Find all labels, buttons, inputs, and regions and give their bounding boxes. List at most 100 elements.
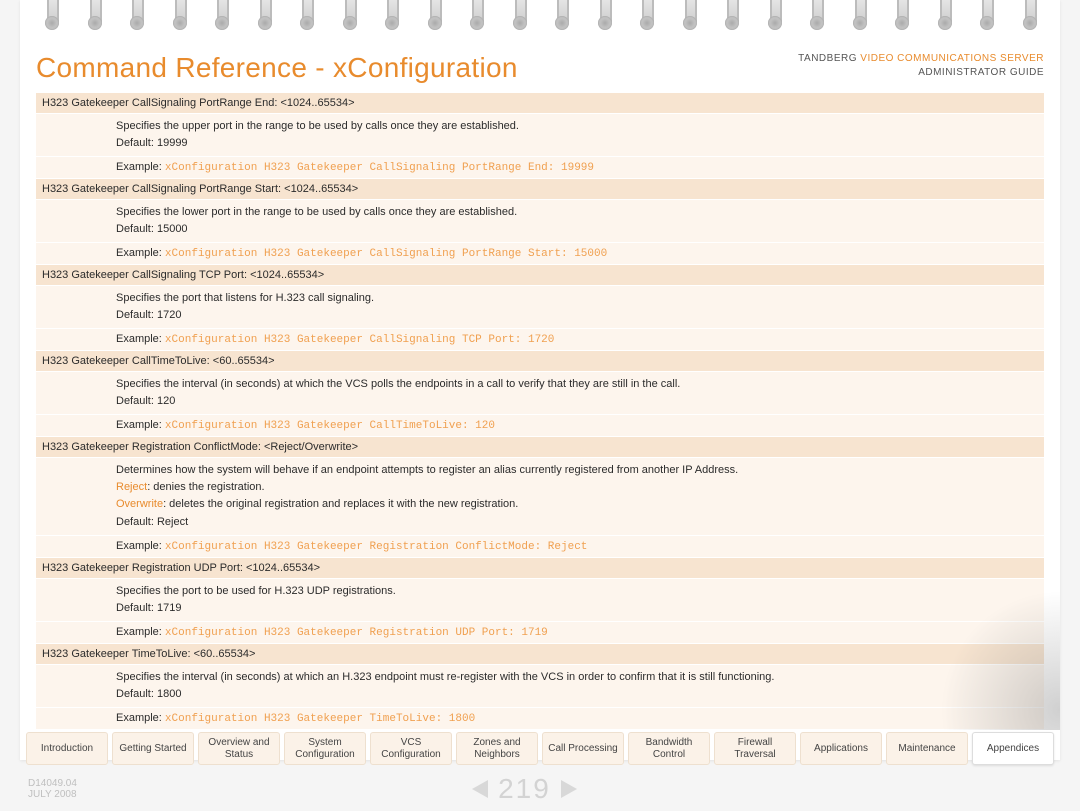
command-description: Specifies the interval (in seconds) at w… xyxy=(36,664,1044,707)
command-description: Specifies the lower port in the range to… xyxy=(36,199,1044,242)
next-page-arrow-icon[interactable] xyxy=(561,780,577,798)
spiral-ring xyxy=(505,0,533,34)
overwrite-text: : deletes the original registration and … xyxy=(163,498,518,510)
command-default: Default: 1800 xyxy=(116,686,1038,703)
example-code: xConfiguration H323 Gatekeeper CallSigna… xyxy=(165,162,594,174)
command-desc-text: Specifies the port to be used for H.323 … xyxy=(116,583,1038,600)
example-label: Example: xyxy=(116,333,165,345)
brand-product: VIDEO COMMUNICATIONS SERVER xyxy=(860,53,1044,64)
spiral-ring xyxy=(207,0,235,34)
example-code: xConfiguration H323 Gatekeeper Registrat… xyxy=(165,627,548,639)
nav-tab-vcs-configuration[interactable]: VCS Configuration xyxy=(370,732,452,765)
command-desc-text: Specifies the interval (in seconds) at w… xyxy=(116,376,1038,393)
nav-tab-applications[interactable]: Applications xyxy=(800,732,882,765)
prev-page-arrow-icon[interactable] xyxy=(472,780,488,798)
nav-tab-bandwidth-control[interactable]: Bandwidth Control xyxy=(628,732,710,765)
example-code: xConfiguration H323 Gatekeeper Registrat… xyxy=(165,541,587,553)
spiral-binding xyxy=(20,0,1060,38)
example-code: xConfiguration H323 Gatekeeper CallSigna… xyxy=(165,334,554,346)
command-header: H323 Gatekeeper CallSignaling PortRange … xyxy=(36,92,1044,113)
command-default: Default: 15000 xyxy=(116,221,1038,238)
spiral-ring xyxy=(845,0,873,34)
nav-tab-firewall-traversal[interactable]: Firewall Traversal xyxy=(714,732,796,765)
nav-tab-introduction[interactable]: Introduction xyxy=(26,732,108,765)
nav-tab-maintenance[interactable]: Maintenance xyxy=(886,732,968,765)
command-desc-text: Specifies the upper port in the range to… xyxy=(116,118,1038,135)
spiral-ring xyxy=(930,0,958,34)
example-code: xConfiguration H323 Gatekeeper TimeToLiv… xyxy=(165,713,475,725)
reject-keyword: Reject xyxy=(116,481,147,493)
command-example: Example: xConfiguration H323 Gatekeeper … xyxy=(36,242,1044,264)
doc-date: JULY 2008 xyxy=(28,789,77,800)
spiral-ring xyxy=(335,0,363,34)
example-label: Example: xyxy=(116,626,165,638)
spiral-ring xyxy=(675,0,703,34)
command-example: Example: xConfiguration H323 Gatekeeper … xyxy=(36,414,1044,436)
command-example: Example: xConfiguration H323 Gatekeeper … xyxy=(36,621,1044,643)
example-label: Example: xyxy=(116,247,165,259)
command-desc-text: Determines how the system will behave if… xyxy=(116,462,1038,479)
command-description: Specifies the interval (in seconds) at w… xyxy=(36,371,1044,414)
spiral-ring xyxy=(122,0,150,34)
spiral-ring xyxy=(80,0,108,34)
bottom-nav: IntroductionGetting StartedOverview and … xyxy=(20,732,1060,765)
spiral-ring xyxy=(250,0,278,34)
command-desc-text: Specifies the interval (in seconds) at w… xyxy=(116,669,1038,686)
command-example: Example: xConfiguration H323 Gatekeeper … xyxy=(36,328,1044,350)
example-code: xConfiguration H323 Gatekeeper CallSigna… xyxy=(165,248,607,260)
brand-block: TANDBERG VIDEO COMMUNICATIONS SERVER ADM… xyxy=(798,52,1044,79)
spiral-ring xyxy=(547,0,575,34)
command-table: H323 Gatekeeper CallSignaling PortRange … xyxy=(36,92,1044,729)
command-default: Default: 19999 xyxy=(116,135,1038,152)
page-number-block: 219 xyxy=(472,773,577,805)
spiral-ring xyxy=(462,0,490,34)
command-example: Example: xConfiguration H323 Gatekeeper … xyxy=(36,535,1044,557)
example-label: Example: xyxy=(116,540,165,552)
page-title: Command Reference - xConfiguration xyxy=(36,52,518,84)
reject-text: : denies the registration. xyxy=(147,481,264,493)
command-default: Default: 120 xyxy=(116,393,1038,410)
nav-tab-overview-and-status[interactable]: Overview and Status xyxy=(198,732,280,765)
command-header: H323 Gatekeeper CallSignaling PortRange … xyxy=(36,178,1044,199)
spiral-ring xyxy=(165,0,193,34)
spiral-ring xyxy=(37,0,65,34)
page-footer: D14049.04 JULY 2008 219 xyxy=(28,773,1052,805)
header-row: Command Reference - xConfiguration TANDB… xyxy=(36,52,1044,84)
example-code: xConfiguration H323 Gatekeeper CallTimeT… xyxy=(165,420,495,432)
brand-prefix: TANDBERG xyxy=(798,53,860,64)
spiral-ring xyxy=(887,0,915,34)
document-page: Command Reference - xConfiguration TANDB… xyxy=(20,0,1060,760)
command-description: Specifies the port that listens for H.32… xyxy=(36,285,1044,328)
nav-tab-appendices[interactable]: Appendices xyxy=(972,732,1054,765)
spiral-ring xyxy=(590,0,618,34)
command-description: Specifies the port to be used for H.323 … xyxy=(36,578,1044,621)
nav-tab-system-configuration[interactable]: System Configuration xyxy=(284,732,366,765)
command-header: H323 Gatekeeper CallTimeToLive: <60..655… xyxy=(36,350,1044,371)
conflict-reject-line: Reject: denies the registration. xyxy=(116,479,1038,496)
command-default: Default: 1720 xyxy=(116,307,1038,324)
overwrite-keyword: Overwrite xyxy=(116,498,163,510)
brand-sub: ADMINISTRATOR GUIDE xyxy=(798,66,1044,80)
example-label: Example: xyxy=(116,419,165,431)
command-default: Default: Reject xyxy=(116,514,1038,531)
command-header: H323 Gatekeeper Registration ConflictMod… xyxy=(36,436,1044,457)
command-example: Example: xConfiguration H323 Gatekeeper … xyxy=(36,156,1044,178)
page-content: Command Reference - xConfiguration TANDB… xyxy=(20,0,1060,739)
nav-tab-zones-and-neighbors[interactable]: Zones and Neighbors xyxy=(456,732,538,765)
command-header: H323 Gatekeeper CallSignaling TCP Port: … xyxy=(36,264,1044,285)
spiral-ring xyxy=(420,0,448,34)
command-example: Example: xConfiguration H323 Gatekeeper … xyxy=(36,707,1044,729)
example-label: Example: xyxy=(116,161,165,173)
page-number: 219 xyxy=(498,773,551,805)
command-header: H323 Gatekeeper Registration UDP Port: <… xyxy=(36,557,1044,578)
command-desc-text: Specifies the lower port in the range to… xyxy=(116,204,1038,221)
command-desc-text: Specifies the port that listens for H.32… xyxy=(116,290,1038,307)
spiral-ring xyxy=(972,0,1000,34)
spiral-ring xyxy=(292,0,320,34)
example-label: Example: xyxy=(116,712,165,724)
command-description: Specifies the upper port in the range to… xyxy=(36,113,1044,156)
doc-id: D14049.04 xyxy=(28,778,77,789)
nav-tab-call-processing[interactable]: Call Processing xyxy=(542,732,624,765)
nav-tab-getting-started[interactable]: Getting Started xyxy=(112,732,194,765)
command-header: H323 Gatekeeper TimeToLive: <60..65534> xyxy=(36,643,1044,664)
